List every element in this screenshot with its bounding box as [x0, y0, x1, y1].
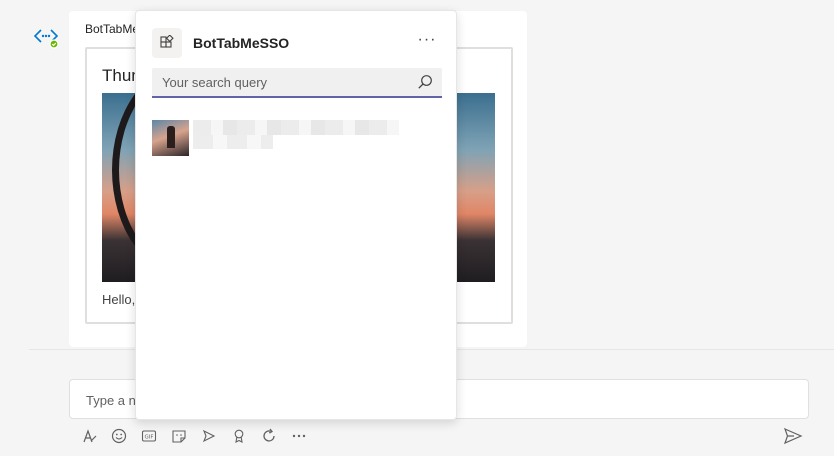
gif-icon[interactable]: GIF — [134, 425, 164, 447]
praise-icon[interactable] — [224, 425, 254, 447]
svg-text:GIF: GIF — [144, 435, 153, 441]
search-box[interactable] — [152, 68, 442, 98]
more-options-button[interactable]: ··· — [415, 32, 439, 51]
bot-app-icon — [33, 29, 59, 49]
result-subtitle-redacted — [193, 135, 273, 149]
search-result-item[interactable] — [152, 120, 442, 156]
format-icon[interactable] — [74, 425, 104, 447]
send-icon[interactable] — [783, 427, 805, 447]
app-name: BotTabMeSSO — [193, 35, 290, 51]
sticker-icon[interactable] — [164, 425, 194, 447]
search-input[interactable] — [152, 68, 412, 96]
bot-avatar[interactable] — [33, 24, 59, 50]
compose-toolbar: GIF — [74, 425, 314, 447]
search-icon[interactable] — [417, 74, 433, 90]
more-options-icon[interactable] — [284, 425, 314, 447]
meet-now-icon[interactable] — [194, 425, 224, 447]
app-icon — [152, 28, 182, 58]
loop-icon[interactable] — [254, 425, 284, 447]
messaging-extension-popup: BotTabMeSSO ··· — [135, 10, 457, 420]
result-thumbnail — [152, 120, 189, 156]
result-title-redacted — [193, 120, 399, 135]
emoji-icon[interactable] — [104, 425, 134, 447]
card-text: Hello, — [102, 292, 136, 307]
